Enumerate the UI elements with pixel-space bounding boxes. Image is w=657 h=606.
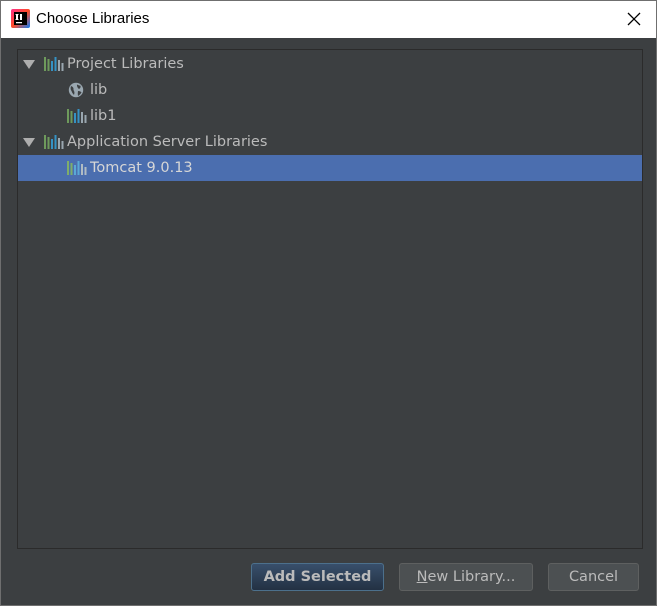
expand-arrow-icon[interactable] <box>23 60 35 69</box>
tree-node-lib[interactable]: lib <box>18 77 642 103</box>
button-label: Cancel <box>568 569 619 585</box>
tree-node-project-libraries[interactable]: Project Libraries <box>18 51 642 77</box>
library-tree[interactable]: Project Libraries lib lib1 Application S… <box>17 49 643 549</box>
library-icon <box>67 109 87 123</box>
tree-node-lib1[interactable]: lib1 <box>18 103 642 129</box>
tree-node-application-server-libraries[interactable]: Application Server Libraries <box>18 129 642 155</box>
tree-node-label: Project Libraries <box>67 56 184 72</box>
library-icon <box>67 161 87 175</box>
library-icon <box>44 57 64 71</box>
tree-node-label: lib1 <box>90 108 117 124</box>
tree-node-tomcat[interactable]: Tomcat 9.0.13 <box>18 155 642 181</box>
globe-icon <box>68 82 84 98</box>
dialog-title: Choose Libraries <box>36 10 150 27</box>
choose-libraries-dialog: Choose Libraries Project Libraries lib l… <box>0 0 657 606</box>
button-label: New Library... <box>417 569 516 585</box>
tree-node-label: Application Server Libraries <box>67 134 268 150</box>
button-label: Add Selected <box>263 569 372 585</box>
expand-arrow-icon[interactable] <box>23 138 35 147</box>
tree-node-label: Tomcat 9.0.13 <box>90 160 193 176</box>
add-selected-button[interactable]: Add Selected <box>251 563 384 591</box>
new-library-button[interactable]: New Library... <box>399 563 533 591</box>
cancel-button[interactable]: Cancel <box>548 563 639 591</box>
library-icon <box>44 135 64 149</box>
intellij-app-icon <box>11 9 30 28</box>
button-label-rest: ew Library... <box>427 569 516 585</box>
close-icon[interactable] <box>624 9 644 29</box>
tree-node-label: lib <box>90 82 108 98</box>
mnemonic-letter: N <box>416 569 428 585</box>
title-bar[interactable]: Choose Libraries <box>1 1 656 38</box>
